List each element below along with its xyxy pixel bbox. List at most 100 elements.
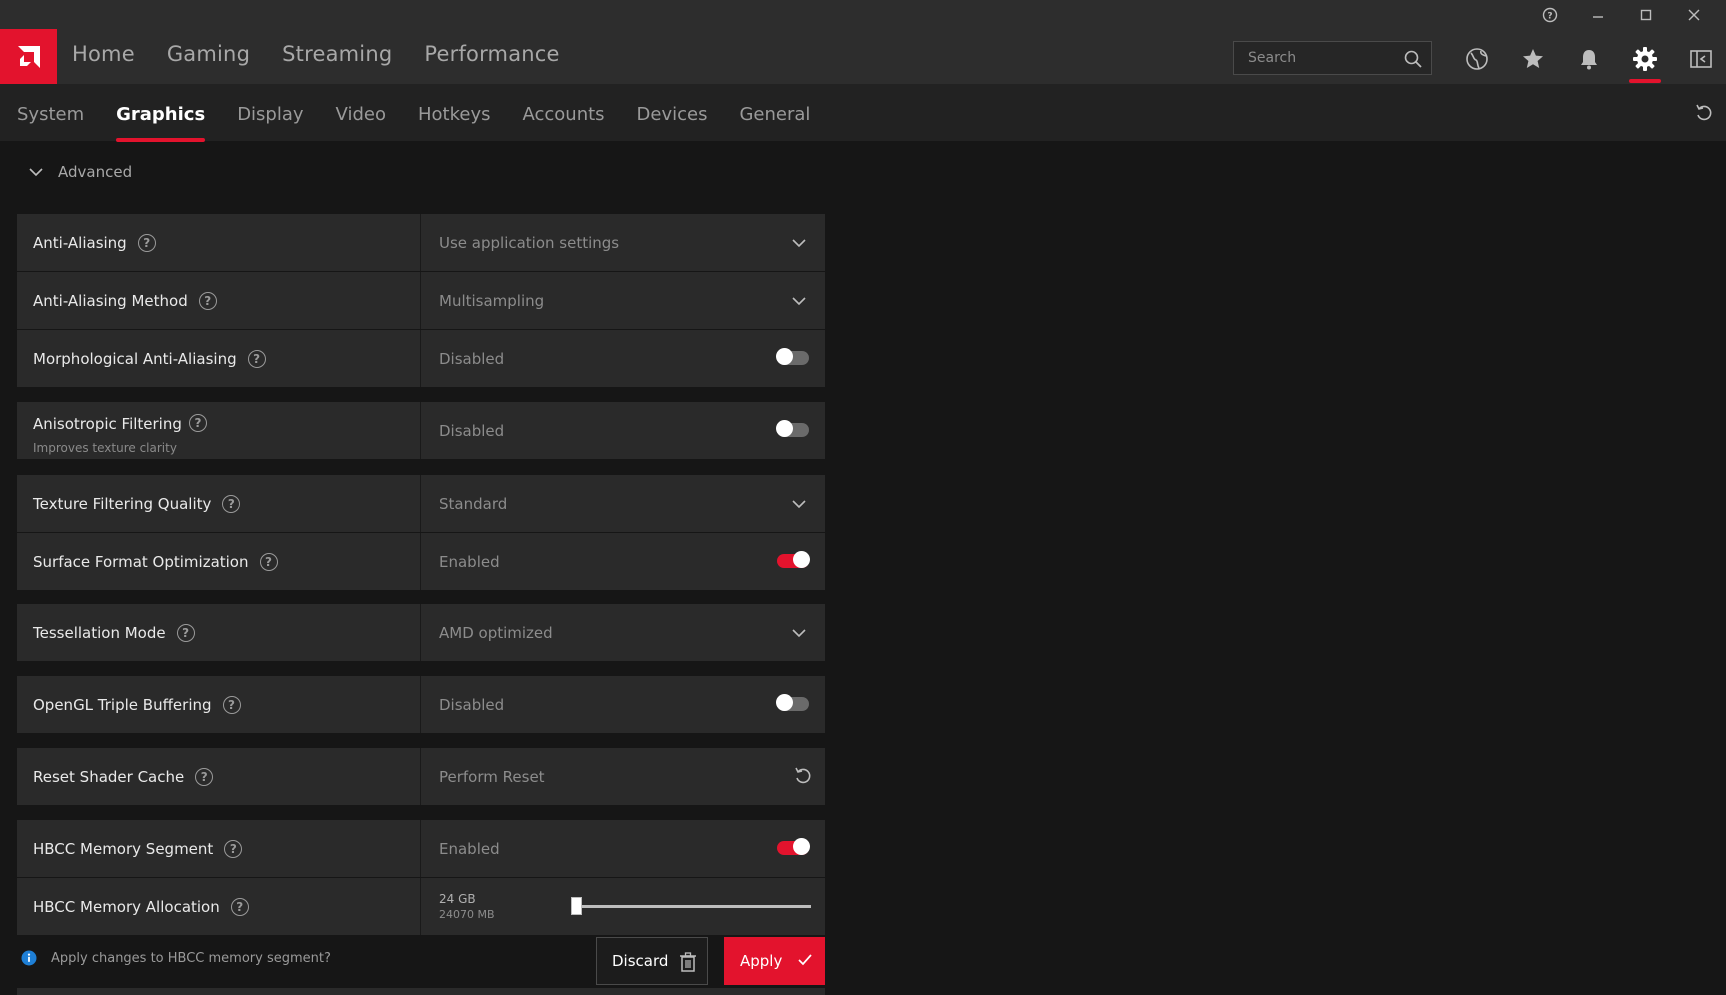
- setting-value-cell: Disabled: [421, 330, 825, 387]
- chevron-down-icon: [792, 297, 806, 306]
- help-icon[interactable]: ?: [176, 623, 195, 642]
- help-icon[interactable]: ?: [195, 767, 214, 786]
- help-icon[interactable]: ?: [1526, 4, 1574, 26]
- setting-value: Enabled: [439, 839, 500, 858]
- help-icon[interactable]: ?: [247, 349, 266, 368]
- setting-label: Anti-Aliasing Method: [33, 291, 188, 310]
- tab-devices[interactable]: Devices: [637, 104, 708, 125]
- info-icon: [21, 950, 37, 966]
- texture-filtering-quality-dropdown[interactable]: Standard: [421, 475, 825, 532]
- opengl-triple-buffering-toggle[interactable]: [776, 694, 809, 711]
- setting-value: Disabled: [439, 695, 505, 714]
- setting-label-cell: Anti-Aliasing ?: [17, 214, 421, 271]
- anti-aliasing-dropdown[interactable]: Use application settings: [421, 214, 825, 271]
- nav-performance[interactable]: Performance: [424, 42, 559, 66]
- setting-value-cell: Disabled: [421, 676, 825, 733]
- panel-collapse-icon[interactable]: [1673, 41, 1726, 77]
- setting-value-cell: Disabled: [421, 402, 825, 459]
- close-icon[interactable]: [1670, 4, 1718, 26]
- discard-button-label: Discard: [612, 952, 669, 970]
- hbcc-memory-segment-toggle[interactable]: [777, 838, 810, 855]
- setting-label: Texture Filtering Quality: [33, 494, 212, 513]
- globe-icon[interactable]: [1449, 41, 1505, 77]
- top-header: Home Gaming Streaming Performance ?: [0, 0, 1726, 85]
- reset-defaults-icon[interactable]: [1694, 103, 1714, 127]
- setting-row-tessellation-mode: Tessellation Mode ? AMD optimized: [17, 604, 825, 661]
- toggle-knob: [776, 348, 793, 365]
- help-icon[interactable]: ?: [230, 897, 249, 916]
- discard-button[interactable]: Discard: [596, 937, 708, 985]
- help-icon[interactable]: ?: [189, 414, 207, 432]
- anisotropic-filtering-toggle[interactable]: [776, 420, 809, 437]
- setting-row-surface-format-optimization: Surface Format Optimization ? Enabled: [17, 533, 825, 590]
- setting-label-cell: HBCC Memory Allocation ?: [17, 878, 421, 935]
- help-icon[interactable]: ?: [224, 839, 243, 858]
- setting-value: Disabled: [439, 349, 505, 368]
- surface-format-optimization-toggle[interactable]: [777, 551, 810, 568]
- help-icon[interactable]: ?: [222, 695, 241, 714]
- advanced-section-title: Advanced: [58, 163, 133, 181]
- tessellation-mode-dropdown[interactable]: AMD optimized: [421, 604, 825, 661]
- perform-reset-button[interactable]: Perform Reset: [421, 748, 825, 805]
- help-icon[interactable]: ?: [137, 233, 156, 252]
- slider-thumb[interactable]: [571, 897, 582, 915]
- tab-accounts[interactable]: Accounts: [522, 104, 604, 125]
- memory-allocation-readout: 24 GB 24070 MB: [439, 892, 495, 921]
- nav-streaming[interactable]: Streaming: [282, 42, 392, 66]
- setting-label: OpenGL Triple Buffering: [33, 695, 212, 714]
- amd-logo[interactable]: [0, 29, 57, 85]
- apply-changes-prompt: Apply changes to HBCC memory segment? Di…: [17, 937, 825, 995]
- main-navigation: Home Gaming Streaming Performance: [72, 42, 592, 66]
- setting-label-cell: HBCC Memory Segment ?: [17, 820, 421, 877]
- setting-label: Reset Shader Cache: [33, 767, 185, 786]
- tab-video[interactable]: Video: [336, 104, 386, 125]
- header-icon-bar: [1449, 41, 1726, 83]
- setting-label-cell: Morphological Anti-Aliasing ?: [17, 330, 421, 387]
- setting-value-cell: Enabled: [421, 820, 825, 877]
- setting-row-hbcc-memory-segment: HBCC Memory Segment ? Enabled: [17, 820, 825, 877]
- chevron-down-icon: [792, 629, 806, 638]
- apply-button[interactable]: Apply: [724, 937, 825, 985]
- tab-general[interactable]: General: [739, 104, 810, 125]
- memory-allocation-mb: 24070 MB: [439, 908, 495, 921]
- setting-value-cell: 24 GB 24070 MB: [421, 878, 825, 935]
- nav-gaming[interactable]: Gaming: [167, 42, 250, 66]
- apply-button-label: Apply: [740, 952, 783, 970]
- setting-label: HBCC Memory Segment: [33, 839, 214, 858]
- setting-label-cell: Surface Format Optimization ?: [17, 533, 421, 590]
- gear-icon[interactable]: [1617, 41, 1673, 83]
- nav-home[interactable]: Home: [72, 42, 135, 66]
- help-icon[interactable]: ?: [198, 291, 217, 310]
- prompt-message: Apply changes to HBCC memory segment?: [51, 950, 331, 966]
- setting-label: Morphological Anti-Aliasing: [33, 349, 237, 368]
- amd-logo-icon: [17, 46, 40, 68]
- search-input[interactable]: [1234, 42, 1394, 74]
- setting-row-hbcc-memory-allocation: HBCC Memory Allocation ? 24 GB 24070 MB: [17, 878, 825, 935]
- advanced-section-toggle[interactable]: Advanced: [28, 163, 132, 181]
- tab-display[interactable]: Display: [237, 104, 303, 125]
- setting-label: Anisotropic Filtering: [33, 415, 182, 433]
- search-icon[interactable]: [1403, 49, 1423, 73]
- bell-icon[interactable]: [1561, 41, 1617, 77]
- svg-text:?: ?: [1547, 12, 1552, 22]
- setting-row-texture-filtering-quality: Texture Filtering Quality ? Standard: [17, 475, 825, 532]
- setting-label-cell: Texture Filtering Quality ?: [17, 475, 421, 532]
- minimize-icon[interactable]: [1574, 4, 1622, 26]
- prompt-info: Apply changes to HBCC memory segment?: [21, 950, 331, 966]
- checkmark-icon: [798, 954, 812, 966]
- help-icon[interactable]: ?: [222, 494, 241, 513]
- tab-hotkeys[interactable]: Hotkeys: [418, 104, 491, 125]
- help-icon[interactable]: ?: [259, 552, 278, 571]
- hbcc-memory-allocation-slider[interactable]: [571, 897, 811, 915]
- tab-graphics[interactable]: Graphics: [116, 104, 206, 142]
- anti-aliasing-method-dropdown[interactable]: Multisampling: [421, 272, 825, 329]
- morphological-anti-aliasing-toggle[interactable]: [776, 348, 809, 365]
- star-icon[interactable]: [1505, 41, 1561, 77]
- trash-icon: [680, 952, 696, 972]
- setting-label-cell: Tessellation Mode ?: [17, 604, 421, 661]
- setting-row-anisotropic-filtering: Anisotropic Filtering ? Improves texture…: [17, 402, 825, 459]
- tab-system[interactable]: System: [17, 104, 84, 125]
- setting-row-opengl-triple-buffering: OpenGL Triple Buffering ? Disabled: [17, 676, 825, 733]
- setting-value: Use application settings: [439, 233, 620, 252]
- maximize-icon[interactable]: [1622, 4, 1670, 26]
